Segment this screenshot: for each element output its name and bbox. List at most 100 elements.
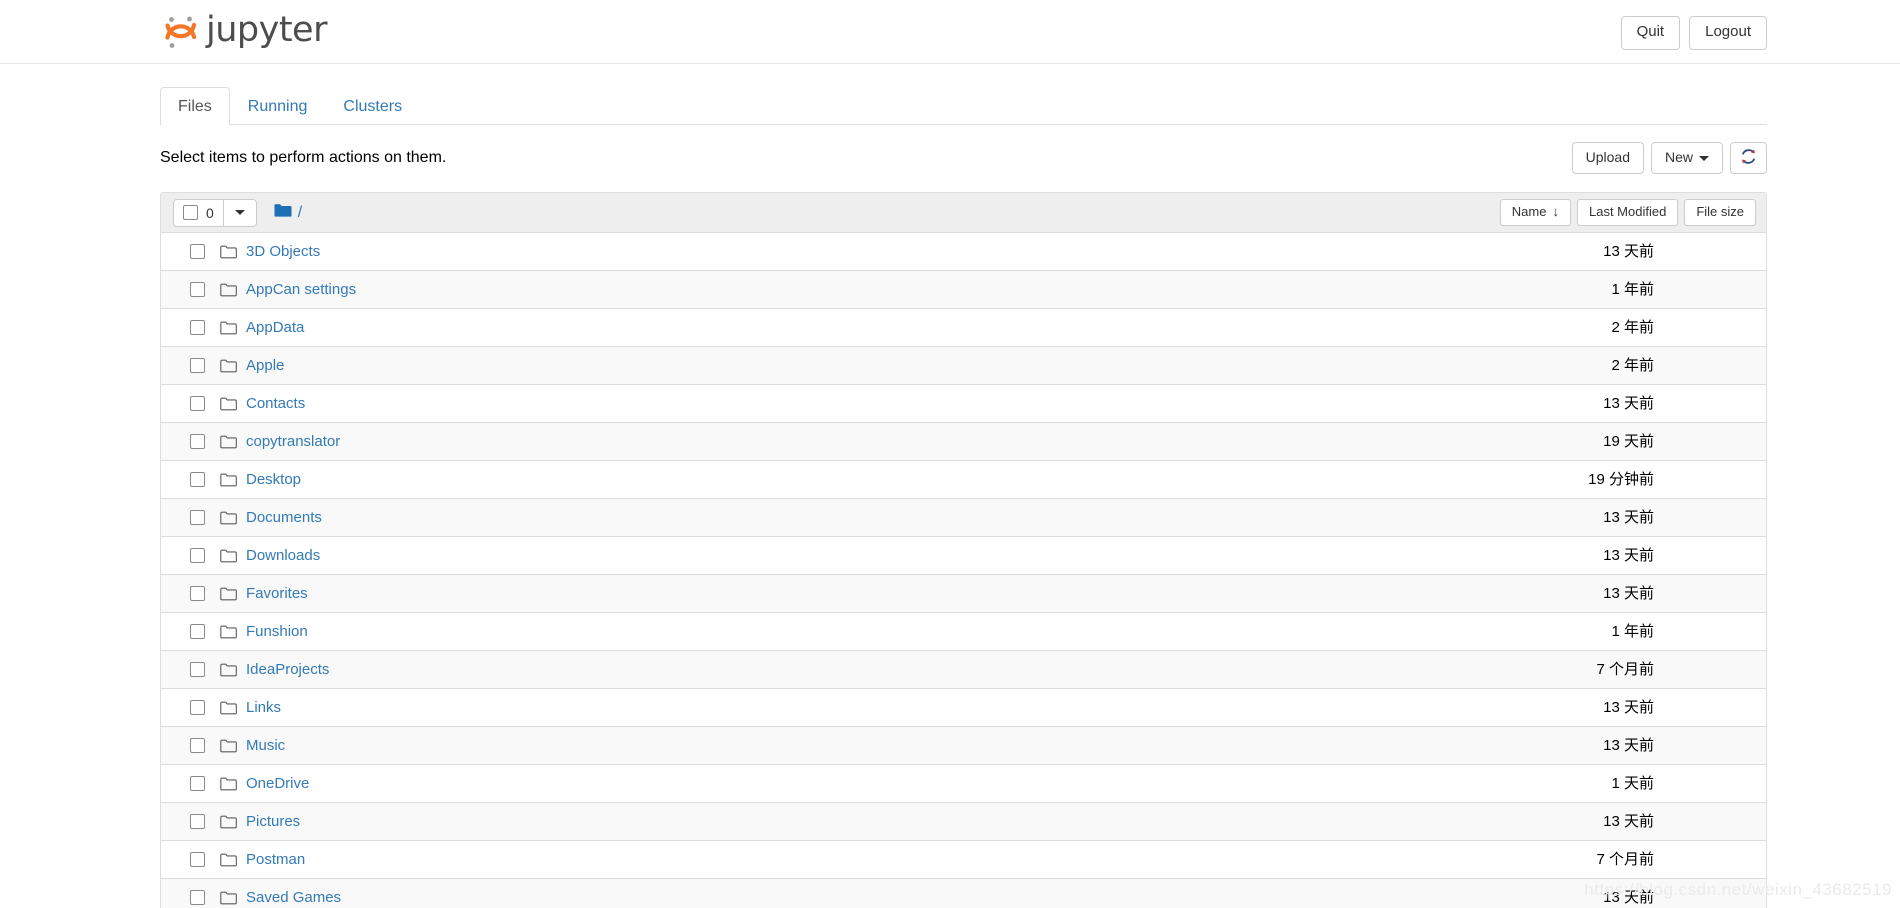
row-checkbox[interactable] bbox=[190, 358, 205, 373]
action-buttons-group: Upload New bbox=[1571, 142, 1767, 175]
row-checkbox[interactable] bbox=[190, 814, 205, 829]
table-row[interactable]: AppCan settings 1 年前 bbox=[161, 271, 1766, 309]
new-button[interactable]: New bbox=[1650, 142, 1723, 175]
new-button-label: New bbox=[1664, 149, 1693, 165]
last-modified-cell: 1 年前 bbox=[1611, 622, 1654, 640]
table-row[interactable]: OneDrive 1 天前 bbox=[161, 765, 1766, 803]
folder-icon bbox=[220, 701, 237, 715]
file-name-link[interactable]: Links bbox=[246, 699, 281, 717]
breadcrumb: / bbox=[274, 203, 302, 223]
table-row[interactable]: Downloads 13 天前 bbox=[161, 537, 1766, 575]
table-row[interactable]: 3D Objects 13 天前 bbox=[161, 233, 1766, 271]
file-name-link[interactable]: OneDrive bbox=[246, 775, 309, 793]
select-all-checkbox[interactable] bbox=[183, 205, 198, 220]
file-name-link[interactable]: Contacts bbox=[246, 395, 305, 413]
last-modified-cell: 13 天前 bbox=[1603, 508, 1654, 526]
row-checkbox[interactable] bbox=[190, 396, 205, 411]
last-modified-cell: 7 个月前 bbox=[1596, 660, 1654, 678]
table-row[interactable]: Funshion 1 年前 bbox=[161, 613, 1766, 651]
table-row[interactable]: Apple 2 年前 bbox=[161, 347, 1766, 385]
tab-clusters[interactable]: Clusters bbox=[325, 87, 420, 125]
file-name-link[interactable]: Postman bbox=[246, 851, 305, 869]
row-checkbox[interactable] bbox=[190, 662, 205, 677]
table-row[interactable]: IdeaProjects 7 个月前 bbox=[161, 651, 1766, 689]
row-checkbox[interactable] bbox=[190, 700, 205, 715]
file-name-link[interactable]: Saved Games bbox=[246, 889, 341, 907]
tab-bar: Files Running Clusters bbox=[160, 86, 1767, 125]
row-checkbox[interactable] bbox=[190, 320, 205, 335]
sort-file-size-button[interactable]: File size bbox=[1684, 198, 1756, 227]
table-row[interactable]: Postman 7 个月前 bbox=[161, 841, 1766, 879]
file-name-link[interactable]: Favorites bbox=[246, 585, 308, 603]
row-checkbox[interactable] bbox=[190, 852, 205, 867]
file-rows: 3D Objects 13 天前 AppCan settings 1 年前 AppDat… bbox=[161, 233, 1766, 908]
row-checkbox[interactable] bbox=[190, 472, 205, 487]
file-list: 0 / Name ↓ Last Modified File size 3D Ob… bbox=[160, 192, 1767, 908]
upload-button[interactable]: Upload bbox=[1571, 142, 1644, 175]
row-checkbox[interactable] bbox=[190, 738, 205, 753]
table-row[interactable]: copytranslator 19 天前 bbox=[161, 423, 1766, 461]
file-name-link[interactable]: AppData bbox=[246, 319, 304, 337]
file-list-header: 0 / Name ↓ Last Modified File size bbox=[161, 193, 1766, 233]
logout-button[interactable]: Logout bbox=[1689, 16, 1767, 50]
row-checkbox[interactable] bbox=[190, 244, 205, 259]
refresh-button[interactable] bbox=[1730, 142, 1767, 175]
row-checkbox[interactable] bbox=[190, 434, 205, 449]
file-name-link[interactable]: Apple bbox=[246, 357, 284, 375]
last-modified-cell: 7 个月前 bbox=[1596, 850, 1654, 868]
row-checkbox[interactable] bbox=[190, 586, 205, 601]
folder-icon bbox=[220, 359, 237, 373]
row-checkbox[interactable] bbox=[190, 890, 205, 905]
table-row[interactable]: Documents 13 天前 bbox=[161, 499, 1766, 537]
row-checkbox[interactable] bbox=[190, 282, 205, 297]
file-name-link[interactable]: Music bbox=[246, 737, 285, 755]
navbar-actions: Quit Logout bbox=[1620, 16, 1767, 50]
jupyter-logo-icon bbox=[160, 11, 202, 53]
last-modified-cell: 19 天前 bbox=[1603, 432, 1654, 450]
jupyter-brand[interactable]: jupyter bbox=[160, 8, 327, 56]
folder-icon bbox=[220, 511, 237, 525]
row-checkbox[interactable] bbox=[190, 510, 205, 525]
row-checkbox[interactable] bbox=[190, 776, 205, 791]
last-modified-cell: 13 天前 bbox=[1603, 812, 1654, 830]
tab-files[interactable]: Files bbox=[160, 86, 230, 125]
last-modified-cell: 2 年前 bbox=[1611, 318, 1654, 336]
table-row[interactable]: Favorites 13 天前 bbox=[161, 575, 1766, 613]
quit-button[interactable]: Quit bbox=[1620, 16, 1681, 50]
file-name-link[interactable]: IdeaProjects bbox=[246, 661, 329, 679]
tab-running[interactable]: Running bbox=[230, 87, 326, 125]
select-all-box[interactable]: 0 bbox=[174, 199, 224, 226]
file-name-link[interactable]: AppCan settings bbox=[246, 281, 356, 299]
sort-name-button[interactable]: Name ↓ bbox=[1499, 198, 1571, 227]
chevron-down-icon bbox=[1699, 155, 1709, 161]
file-name-link[interactable]: Downloads bbox=[246, 547, 320, 565]
table-row[interactable]: Desktop 19 分钟前 bbox=[161, 461, 1766, 499]
file-name-link[interactable]: 3D Objects bbox=[246, 243, 320, 261]
select-all-group: 0 bbox=[173, 198, 257, 227]
table-row[interactable]: Links 13 天前 bbox=[161, 689, 1766, 727]
select-all-dropdown-button[interactable] bbox=[224, 200, 256, 226]
row-checkbox[interactable] bbox=[190, 624, 205, 639]
file-name-link[interactable]: Pictures bbox=[246, 813, 300, 831]
file-name-link[interactable]: Funshion bbox=[246, 623, 308, 641]
last-modified-cell: 13 天前 bbox=[1603, 242, 1654, 260]
action-hint-text: Select items to perform actions on them. bbox=[160, 149, 447, 166]
sort-last-modified-button[interactable]: Last Modified bbox=[1576, 198, 1679, 227]
sort-controls: Name ↓ Last Modified File size bbox=[1499, 198, 1756, 227]
table-row[interactable]: Pictures 13 天前 bbox=[161, 803, 1766, 841]
chevron-down-icon bbox=[234, 210, 245, 215]
table-row[interactable]: AppData 2 年前 bbox=[161, 309, 1766, 347]
file-name-link[interactable]: Desktop bbox=[246, 471, 301, 489]
table-row[interactable]: Contacts 13 天前 bbox=[161, 385, 1766, 423]
folder-icon bbox=[220, 587, 237, 601]
folder-icon bbox=[220, 891, 237, 905]
row-checkbox[interactable] bbox=[190, 548, 205, 563]
table-row[interactable]: Music 13 天前 bbox=[161, 727, 1766, 765]
folder-icon bbox=[220, 853, 237, 867]
refresh-icon bbox=[1740, 148, 1757, 168]
file-list-header-left: 0 / bbox=[173, 198, 302, 227]
file-name-link[interactable]: copytranslator bbox=[246, 433, 340, 451]
breadcrumb-root[interactable]: / bbox=[298, 204, 302, 221]
file-name-link[interactable]: Documents bbox=[246, 509, 322, 527]
table-row[interactable]: Saved Games 13 天前 bbox=[161, 879, 1766, 908]
